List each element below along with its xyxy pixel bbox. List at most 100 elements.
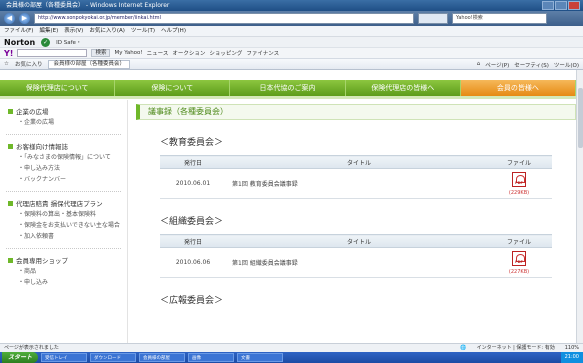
sidebar-link-label: 保険料の算出・基本保険料 <box>24 211 97 218</box>
menu-view[interactable]: 表示(V) <box>64 26 83 36</box>
favorites-label[interactable]: お気に入り <box>15 60 43 68</box>
yahoo-my[interactable]: My Yahoo! <box>114 50 142 56</box>
sidebar-heading-label: 会員専用ショップ <box>16 257 68 265</box>
table-header-row: 発行日 タイトル ファイル <box>160 234 552 248</box>
taskbar-item[interactable]: 画像 <box>188 353 235 362</box>
row-file: (229KB) <box>486 168 552 199</box>
home-icon[interactable]: ⌂ <box>477 61 481 69</box>
sidebar-link[interactable]: ・商品 <box>18 268 127 276</box>
norton-idsafe[interactable]: ID Safe・ <box>56 38 81 46</box>
scrollbar-thumb[interactable] <box>578 88 583 148</box>
zoom-level[interactable]: 110% <box>565 344 579 352</box>
sidebar-link[interactable]: ・企業の広場 <box>18 119 127 127</box>
page-title: 議事録（各種委員会） <box>136 104 576 120</box>
sidebar-link[interactable]: ・申し込み <box>18 279 127 287</box>
minimize-button[interactable] <box>542 1 554 10</box>
sidebar-link[interactable]: ・加入依頼書 <box>18 233 127 241</box>
sidebar-link-label: 「みなさまの保険情報」について <box>24 154 111 161</box>
sidebar-link[interactable]: ・申し込み方法 <box>18 165 127 173</box>
sidebar-link-label: 加入依頼書 <box>24 233 55 240</box>
sidebar-link[interactable]: ・「みなさまの保険情報」について <box>18 154 127 162</box>
column-header-title: タイトル <box>226 155 486 169</box>
search-input[interactable]: Yahoo!検索 <box>452 13 547 24</box>
minutes-table-education: 発行日 タイトル ファイル 2010.06.01 第1回 教育委員会議事録 (2… <box>160 155 552 199</box>
menu-favorites[interactable]: お気に入り(A) <box>89 26 125 36</box>
security-zone[interactable]: インターネット | 保護モード: 有効 <box>477 344 555 352</box>
sidebar-link[interactable]: ・保険料の算出・基本保険料 <box>18 211 127 219</box>
row-date: 2010.06.01 <box>160 168 226 199</box>
star-icon[interactable]: ☆ <box>4 61 9 67</box>
safety-menu[interactable]: セーフティ(S) <box>514 61 549 69</box>
sidebar-heading-label: お客様向け情報誌 <box>16 143 68 151</box>
vertical-scrollbar[interactable] <box>576 70 583 343</box>
row-title: 第1回 教育委員会議事録 <box>226 168 486 199</box>
bullet-icon <box>8 108 13 114</box>
taskbar-item[interactable]: 会員様の部屋 <box>139 353 186 362</box>
column-header-title: タイトル <box>226 234 486 248</box>
sidebar-divider <box>6 248 121 249</box>
table-row: 2010.06.01 第1回 教育委員会議事録 (229KB) <box>160 168 552 199</box>
section-heading-organization: ＜組織委員会＞ <box>160 217 224 227</box>
status-right: 🌐 インターネット | 保護モード: 有効 110% <box>460 344 579 352</box>
column-header-file: ファイル <box>486 234 552 248</box>
check-icon[interactable]: ✓ <box>41 37 51 47</box>
yahoo-news[interactable]: ニュース <box>147 49 169 57</box>
pdf-icon[interactable] <box>512 250 526 266</box>
nav-insurance-about[interactable]: 保険について <box>115 80 231 96</box>
norton-logo: Norton <box>4 37 36 47</box>
sidebar-link[interactable]: ・バックナンバー <box>18 176 127 184</box>
maximize-button[interactable] <box>555 1 567 10</box>
nav-association-guide[interactable]: 日本代協のご案内 <box>230 80 346 96</box>
globe-icon: 🌐 <box>460 345 467 351</box>
menu-bar: ファイル(F) 編集(E) 表示(V) お気に入り(A) ツール(T) ヘルプ(… <box>0 26 583 36</box>
tab-current[interactable]: 会員様の部屋（各種委員会） <box>48 59 130 69</box>
tools-menu[interactable]: ツール(O) <box>554 61 579 69</box>
back-icon[interactable]: ◀ <box>4 13 15 24</box>
column-header-file: ファイル <box>486 155 552 169</box>
yahoo-logo[interactable]: Y! <box>4 49 13 58</box>
main-content: 議事録（各種委員会） ＜教育委員会＞ 発行日 タイトル ファイル 2010.06… <box>136 104 576 343</box>
yahoo-finance[interactable]: ファイナンス <box>246 49 279 57</box>
close-button[interactable] <box>568 1 580 10</box>
menu-edit[interactable]: 編集(E) <box>39 26 58 36</box>
row-file: (227KB) <box>486 247 552 278</box>
status-bar: ページが表示されました 🌐 インターネット | 保護モード: 有効 110% <box>0 343 583 352</box>
nav-agency-about[interactable]: 保険代理店について <box>0 80 116 96</box>
file-size[interactable]: (227KB) <box>486 269 552 275</box>
sidebar-link-label: 企業の広場 <box>24 119 55 126</box>
nav-agency-members[interactable]: 保険代理店の皆様へ <box>346 80 461 96</box>
start-button[interactable]: スタート <box>2 352 39 363</box>
forward-icon[interactable]: ▶ <box>19 13 30 24</box>
site-nav: 保険代理店について 保険について 日本代協のご案内 保険代理店の皆様へ 会員の皆… <box>0 80 577 96</box>
page-menu[interactable]: ページ(P) <box>485 61 509 69</box>
menu-file[interactable]: ファイル(F) <box>4 26 33 36</box>
section-heading-pr: ＜広報委員会＞ <box>160 296 224 306</box>
taskbar-item[interactable]: 受信トレイ <box>41 353 88 362</box>
menu-tools[interactable]: ツール(T) <box>131 26 155 36</box>
minutes-table-organization: 発行日 タイトル ファイル 2010.06.06 第1回 組織委員会議事録 (2… <box>160 234 552 278</box>
sidebar-link-label: 申し込み <box>24 279 49 286</box>
yahoo-auction[interactable]: オークション <box>172 49 205 57</box>
sidebar-heading-label: 代理店賠責 損保代理店プラン <box>16 200 103 208</box>
sidebar-link-label: 商品 <box>24 268 37 275</box>
bullet-icon <box>8 143 13 149</box>
refresh-stop-icons[interactable] <box>418 13 448 24</box>
nav-members[interactable]: 会員の皆様へ <box>460 80 577 96</box>
sidebar: 企業の広場 ・企業の広場 お客様向け情報誌 ・「みなさまの保険情報」について ・… <box>0 100 128 343</box>
taskbar-item[interactable]: ダウンロード <box>90 353 137 362</box>
url-field[interactable]: http://www.sonpokyokai.or.jp/member/iink… <box>34 13 414 24</box>
yahoo-search-input[interactable] <box>17 49 88 57</box>
favorites-bar: ☆ お気に入り 会員様の部屋（各種委員会） ⌂ ページ(P) セーフティ(S) … <box>0 58 583 70</box>
column-header-date: 発行日 <box>160 155 226 169</box>
pdf-icon[interactable] <box>512 171 526 187</box>
file-size[interactable]: (229KB) <box>486 190 552 196</box>
yahoo-shopping[interactable]: ショッピング <box>209 49 242 57</box>
yahoo-search-button[interactable]: 検索 <box>91 49 111 57</box>
sidebar-link[interactable]: ・保険金をお支払いできない主な場合 <box>18 222 127 230</box>
menu-help[interactable]: ヘルプ(H) <box>161 26 186 36</box>
window-title: 会員様の部屋（各種委員会） - Windows Internet Explore… <box>6 2 170 9</box>
row-date: 2010.06.06 <box>160 247 226 278</box>
taskbar-item[interactable]: 文書 <box>237 353 284 362</box>
system-clock[interactable]: 21:00 <box>560 352 583 363</box>
sidebar-heading: 企業の広場 <box>8 106 127 116</box>
